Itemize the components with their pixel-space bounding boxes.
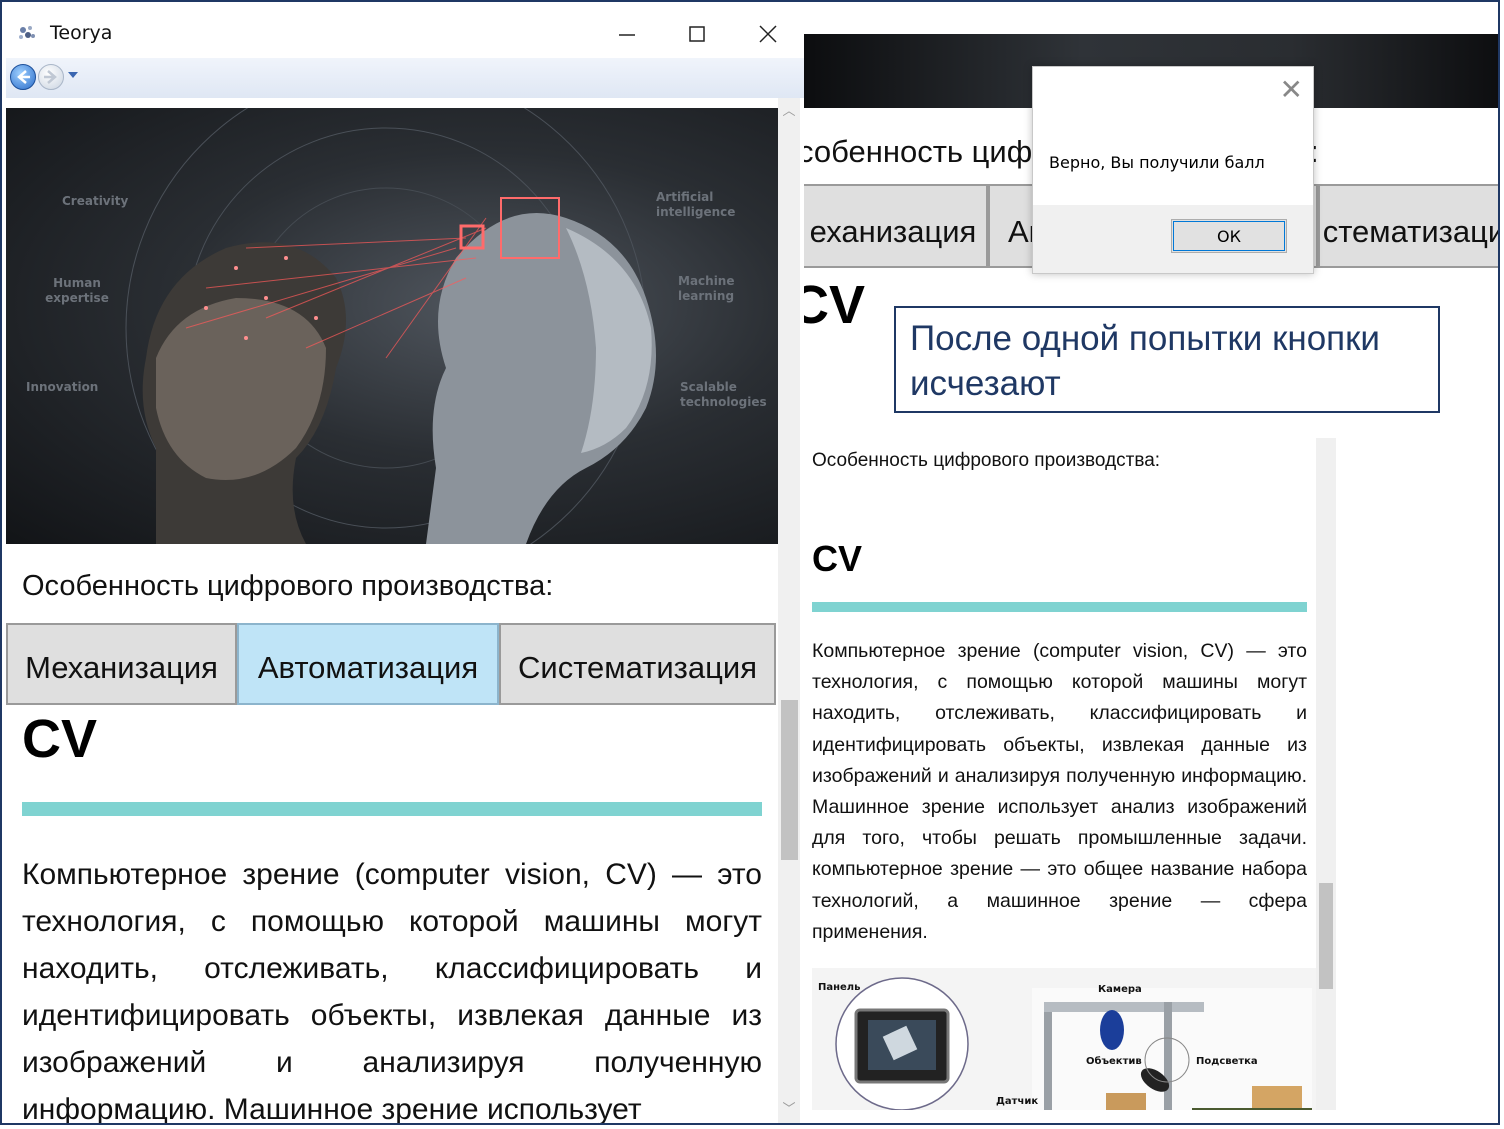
result-content-panel: Особенность цифрового производства: CV К… bbox=[804, 438, 1336, 1110]
diagram-label-panel: Панель bbox=[818, 982, 861, 993]
scroll-up-icon[interactable]: ︿ bbox=[778, 100, 800, 119]
diagram-label-sensor: Датчик bbox=[996, 1096, 1039, 1107]
diagram-label-lens: Объектив bbox=[1086, 1056, 1142, 1067]
answer-button-automation[interactable]: Автоматизация bbox=[237, 623, 499, 705]
answer-button-systematization[interactable]: Систематизация bbox=[499, 623, 776, 705]
screenshot-frame: Teorya Creativity Artificial intelligenc… bbox=[0, 0, 1500, 1125]
dialog-message: Верно, Вы получили балл bbox=[1049, 153, 1265, 172]
maximize-icon bbox=[689, 26, 705, 42]
minimize-button[interactable] bbox=[607, 18, 647, 50]
section-text: Компьютерное зрение (computer vision, CV… bbox=[22, 858, 762, 1125]
dialog-footer: ОК bbox=[1033, 205, 1313, 273]
close-button[interactable] bbox=[748, 18, 788, 50]
maximize-button[interactable] bbox=[677, 18, 717, 50]
machine-vision-diagram: Панель Камера Объектив Подсветка Датчик bbox=[812, 968, 1319, 1110]
window-title: Teorya bbox=[50, 22, 113, 44]
scrollbar-thumb[interactable] bbox=[1319, 883, 1333, 989]
section-heading: CV bbox=[812, 538, 863, 579]
hero-label-human-expertise: Human expertise bbox=[45, 276, 109, 305]
scrollbar[interactable] bbox=[778, 98, 800, 1123]
hero-label-scalable-technologies: Scalable technologies bbox=[680, 380, 767, 409]
ai-human-illustration bbox=[125, 108, 656, 544]
scrollbar[interactable] bbox=[1316, 438, 1336, 1110]
title-bar: Teorya bbox=[6, 8, 804, 58]
section-divider bbox=[22, 802, 762, 816]
scroll-down-icon[interactable]: ﹀ bbox=[778, 1098, 800, 1117]
section-heading: CV bbox=[22, 709, 98, 769]
history-dropdown-icon[interactable] bbox=[68, 72, 78, 78]
minimize-icon bbox=[619, 34, 635, 36]
section-divider bbox=[812, 602, 1307, 612]
diagram-label-camera: Камера bbox=[1098, 984, 1142, 995]
ok-button[interactable]: ОК bbox=[1171, 219, 1287, 253]
diagram-label-light: Подсветка bbox=[1196, 1056, 1258, 1067]
close-icon bbox=[759, 25, 777, 43]
hero-label-machine-learning: Machine learning bbox=[678, 274, 735, 303]
navigation-bar bbox=[6, 58, 804, 98]
hero-image: Creativity Artificial intelligence Human… bbox=[6, 108, 778, 544]
arrow-right-icon bbox=[44, 70, 57, 84]
app-icon bbox=[19, 26, 35, 39]
question-label: Особенность цифрового производства: bbox=[22, 570, 554, 602]
scrollbar-thumb[interactable] bbox=[781, 700, 798, 860]
question-label: Особенность цифрового производства: bbox=[812, 450, 1161, 471]
back-button[interactable] bbox=[10, 64, 36, 90]
result-screenshot: собенность циф: еханизация Ав стематизац… bbox=[804, 8, 1498, 1123]
message-dialog: ✕ Верно, Вы получили балл ОК bbox=[1032, 66, 1314, 274]
dialog-close-icon[interactable]: ✕ bbox=[1280, 73, 1303, 106]
hero-label-innovation: Innovation bbox=[26, 380, 99, 394]
app-window: Teorya Creativity Artificial intelligenc… bbox=[6, 8, 805, 1125]
machine-vision-illustration bbox=[835, 977, 1312, 1110]
answer-options: Механизация Автоматизация Систематизация bbox=[6, 623, 776, 705]
hero-label-ai: Artificial intelligence bbox=[656, 190, 736, 219]
hero-label-creativity: Creativity bbox=[62, 194, 129, 208]
question-label-cropped: собенность циф: bbox=[804, 134, 1319, 169]
answer-button-mechanization[interactable]: еханизация bbox=[804, 184, 988, 268]
answer-button-systematization[interactable]: стематизация bbox=[1318, 184, 1498, 268]
annotation-callout: После одной попытки кнопки исчезают bbox=[894, 306, 1440, 413]
answer-button-mechanization[interactable]: Механизация bbox=[6, 623, 237, 705]
forward-button[interactable] bbox=[38, 64, 64, 90]
arrow-left-icon bbox=[17, 70, 30, 84]
section-heading-cropped: CV bbox=[804, 275, 866, 335]
section-text: Компьютерное зрение (computer vision, CV… bbox=[812, 640, 1307, 943]
